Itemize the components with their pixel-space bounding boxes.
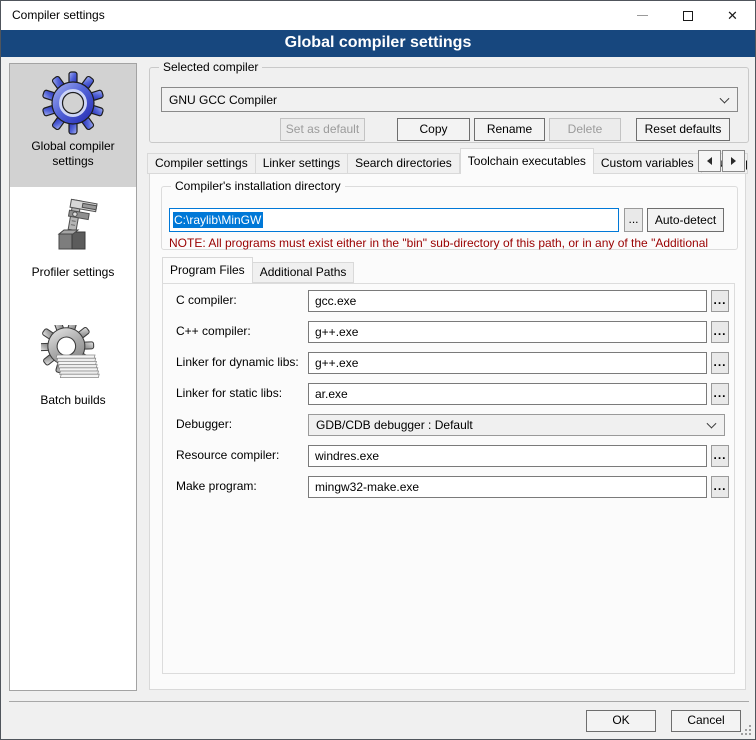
installation-directory-value: C:\raylib\MinGW — [173, 212, 263, 228]
tab-search-directories[interactable]: Search directories — [348, 153, 460, 174]
browse-cpp-compiler-button[interactable]: ... — [711, 321, 729, 343]
field-label: Debugger: — [176, 417, 232, 431]
browse-c-compiler-button[interactable]: ... — [711, 290, 729, 312]
cancel-button[interactable]: Cancel — [671, 710, 741, 732]
chevron-down-icon — [720, 93, 730, 103]
settings-category-list: Global compiler settings — [9, 63, 137, 691]
field-row-make-program: Make program: mingw32-make.exe ... — [163, 476, 734, 498]
selected-compiler-group-label: Selected compiler — [159, 60, 262, 75]
installation-directory-group-label: Compiler's installation directory — [171, 179, 345, 194]
chevron-down-icon — [707, 419, 717, 429]
field-row-dynamic-linker: Linker for dynamic libs: g++.exe ... — [163, 352, 734, 374]
reset-defaults-button[interactable]: Reset defaults — [636, 118, 730, 141]
installation-directory-input[interactable]: C:\raylib\MinGW — [169, 208, 619, 232]
tab-scroll-right-button[interactable] — [722, 150, 745, 172]
compiler-select[interactable]: GNU GCC Compiler — [161, 87, 738, 112]
copy-button[interactable]: Copy — [397, 118, 470, 141]
debugger-select[interactable]: GDB/CDB debugger : Default — [308, 414, 725, 436]
field-label: Make program: — [176, 479, 257, 493]
field-value: windres.exe — [315, 449, 379, 463]
installation-directory-group: Compiler's installation directory C:\ray… — [161, 186, 738, 250]
caption-buttons: ✕ — [620, 1, 755, 30]
sidebar-item-label: Profiler settings — [32, 265, 115, 280]
debugger-select-value: GDB/CDB debugger : Default — [316, 418, 473, 432]
field-row-cpp-compiler: C++ compiler: g++.exe ... — [163, 321, 734, 343]
tab-linker-settings[interactable]: Linker settings — [256, 153, 348, 174]
tab-program-files[interactable]: Program Files — [162, 257, 253, 283]
browse-dynamic-linker-button[interactable]: ... — [711, 352, 729, 374]
dynamic-linker-input[interactable]: g++.exe — [308, 352, 707, 374]
close-icon: ✕ — [727, 9, 738, 22]
resize-grip[interactable] — [749, 733, 751, 735]
minimize-icon — [637, 15, 648, 16]
ok-button[interactable]: OK — [586, 710, 656, 732]
window-title: Compiler settings — [12, 1, 105, 30]
field-value: g++.exe — [315, 356, 358, 370]
auto-detect-button[interactable]: Auto-detect — [647, 208, 724, 232]
static-linker-input[interactable]: ar.exe — [308, 383, 707, 405]
set-as-default-button[interactable]: Set as default — [280, 118, 365, 141]
program-files-panel: C compiler: gcc.exe ... C++ compiler: g+… — [162, 283, 735, 674]
sidebar-item-batch-builds[interactable]: Batch builds — [10, 323, 136, 439]
field-value: g++.exe — [315, 325, 358, 339]
field-value: gcc.exe — [315, 294, 356, 308]
selected-compiler-group: Selected compiler GNU GCC Compiler Set a… — [149, 67, 749, 143]
note-text: NOTE: All programs must exist either in … — [169, 236, 735, 250]
toolchain-executables-panel: Compiler's installation directory C:\ray… — [149, 173, 746, 690]
field-value: mingw32-make.exe — [315, 480, 419, 494]
tab-custom-variables[interactable]: Custom variables — [594, 153, 702, 174]
field-label: Resource compiler: — [176, 448, 279, 462]
browse-static-linker-button[interactable]: ... — [711, 383, 729, 405]
tab-toolchain-executables[interactable]: Toolchain executables — [460, 148, 594, 174]
arrow-left-icon — [703, 157, 712, 165]
titlebar[interactable]: Compiler settings ✕ — [1, 1, 755, 30]
maximize-button[interactable] — [665, 1, 710, 30]
browse-make-program-button[interactable]: ... — [711, 476, 729, 498]
program-files-tab-strip: Program Files Additional Paths — [162, 258, 354, 283]
field-row-c-compiler: C compiler: gcc.exe ... — [163, 290, 734, 312]
caliper-icon — [41, 197, 105, 261]
browse-directory-button[interactable]: ... — [624, 208, 643, 232]
browse-resource-compiler-button[interactable]: ... — [711, 445, 729, 467]
field-value: ar.exe — [315, 387, 348, 401]
sidebar-item-label: Batch builds — [40, 393, 105, 408]
field-label: Linker for static libs: — [176, 386, 282, 400]
sidebar-item-global-compiler-settings[interactable]: Global compiler settings — [10, 64, 136, 187]
tab-scroll-left-button[interactable] — [698, 150, 721, 172]
blue-gear-icon — [41, 71, 105, 135]
close-button[interactable]: ✕ — [710, 1, 755, 30]
compiler-settings-dialog: Compiler settings ✕ Global compiler sett… — [0, 0, 756, 740]
rename-button[interactable]: Rename — [474, 118, 545, 141]
tab-scroll-buttons — [698, 150, 745, 172]
maximize-icon — [683, 11, 693, 21]
tab-additional-paths[interactable]: Additional Paths — [253, 262, 355, 283]
sidebar-item-label: Global compiler settings — [10, 139, 136, 169]
delete-button[interactable]: Delete — [549, 118, 621, 141]
field-label: C++ compiler: — [176, 324, 251, 338]
field-row-resource-compiler: Resource compiler: windres.exe ... — [163, 445, 734, 467]
arrow-right-icon — [731, 157, 740, 165]
c-compiler-input[interactable]: gcc.exe — [308, 290, 707, 312]
field-row-static-linker: Linker for static libs: ar.exe ... — [163, 383, 734, 405]
footer-divider — [9, 701, 749, 702]
page-title: Global compiler settings — [1, 30, 755, 57]
sidebar-item-profiler-settings[interactable]: Profiler settings — [10, 195, 136, 307]
settings-tab-strip: Compiler settings Linker settings Search… — [147, 148, 748, 174]
cpp-compiler-input[interactable]: g++.exe — [308, 321, 707, 343]
tab-compiler-settings[interactable]: Compiler settings — [147, 153, 256, 174]
gray-gear-papers-icon — [41, 325, 105, 389]
field-label: C compiler: — [176, 293, 237, 307]
compiler-select-value: GNU GCC Compiler — [169, 93, 277, 107]
field-label: Linker for dynamic libs: — [176, 355, 299, 369]
make-program-input[interactable]: mingw32-make.exe — [308, 476, 707, 498]
field-row-debugger: Debugger: GDB/CDB debugger : Default — [163, 414, 734, 436]
resource-compiler-input[interactable]: windres.exe — [308, 445, 707, 467]
minimize-button[interactable] — [620, 1, 665, 30]
